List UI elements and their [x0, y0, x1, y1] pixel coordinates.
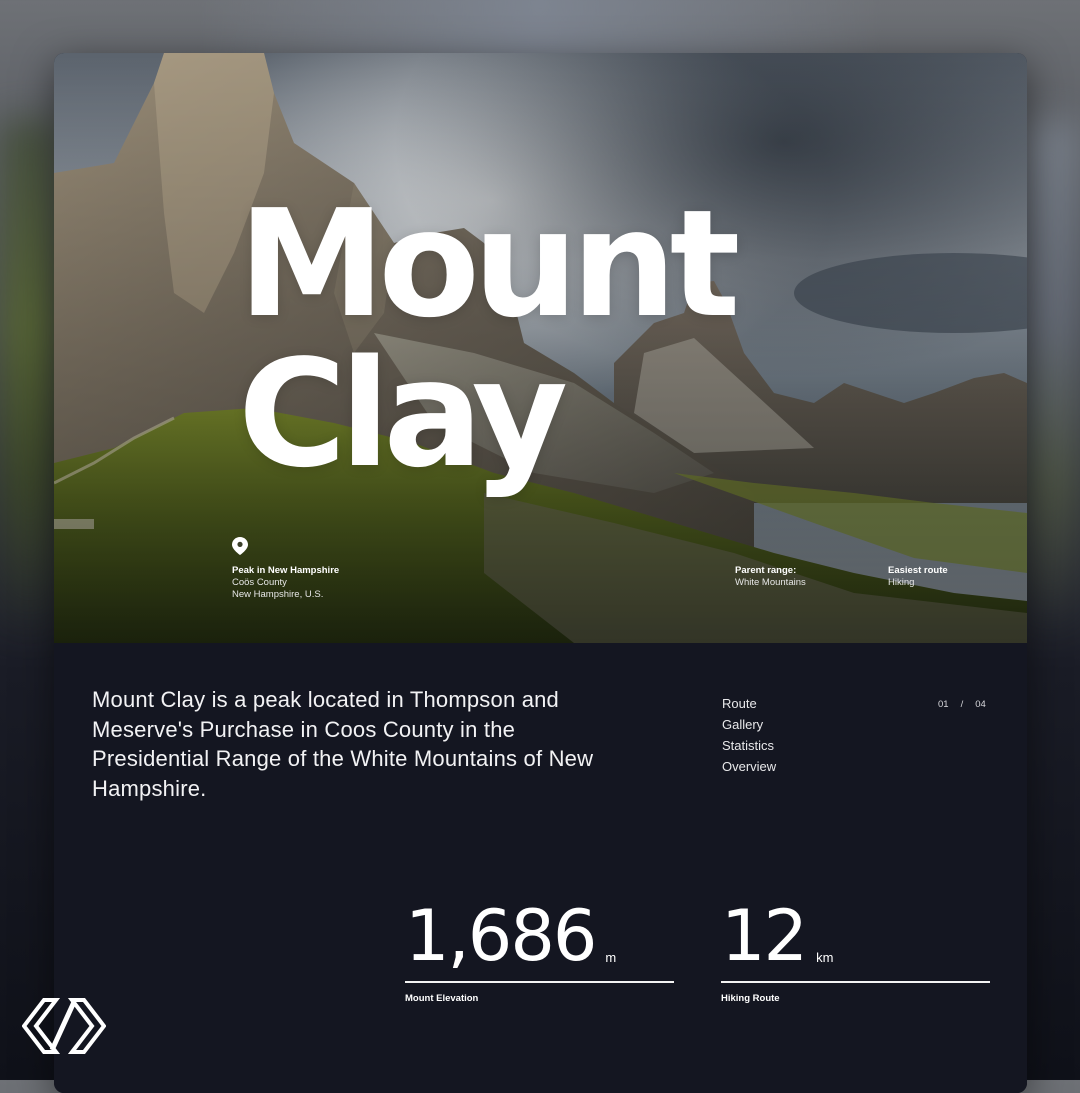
hero-title: Mount Clay — [238, 178, 740, 500]
hero-section: Mount Clay Peak in New Hampshire Coös Co… — [54, 53, 1027, 643]
pager-total: 04 — [975, 699, 986, 710]
nav-item-statistics[interactable]: Statistics — [722, 735, 776, 756]
stat-elevation: 1,686 m Mount Elevation — [405, 901, 674, 1004]
easiest-route-value: Hiking — [888, 577, 915, 588]
stat-route: 12 km Hiking Route — [721, 901, 990, 1004]
section-nav: Route Gallery Statistics Overview — [722, 693, 776, 777]
brand-logo-icon — [22, 998, 106, 1054]
stat-elevation-value: 1,686 — [405, 895, 597, 977]
location-block: Peak in New Hampshire Coös County New Ha… — [232, 565, 339, 601]
nav-item-gallery[interactable]: Gallery — [722, 714, 776, 735]
location-pin-icon — [232, 537, 248, 555]
nav-item-route[interactable]: Route — [722, 693, 776, 714]
location-state: New Hampshire, U.S. — [232, 589, 324, 600]
parent-range-value: White Mountains — [735, 577, 806, 588]
parent-range-block: Parent range: White Mountains — [735, 565, 806, 589]
stat-route-divider — [721, 981, 990, 983]
parent-range-label: Parent range: — [735, 565, 797, 576]
hero-title-line1: Mount — [238, 178, 740, 350]
stat-route-label: Hiking Route — [721, 993, 780, 1004]
nav-item-overview[interactable]: Overview — [722, 756, 776, 777]
hero-title-line2: Clay — [238, 328, 568, 500]
stat-route-unit: km — [816, 950, 834, 965]
easiest-route-block: Easiest route Hiking — [888, 565, 948, 589]
pager-current: 01 — [938, 699, 949, 710]
blurred-backdrop-right — [1020, 120, 1080, 640]
blurred-backdrop-left — [0, 120, 60, 640]
mountain-card: Mount Clay Peak in New Hampshire Coös Co… — [54, 53, 1027, 1093]
stat-elevation-label: Mount Elevation — [405, 993, 479, 1004]
info-section: Mount Clay is a peak located in Thompson… — [54, 643, 1027, 1093]
pager: 01 / 04 — [938, 699, 986, 710]
location-county: Coös County — [232, 577, 287, 588]
easiest-route-label: Easiest route — [888, 565, 948, 576]
stat-elevation-divider — [405, 981, 674, 983]
pager-separator: / — [960, 699, 964, 710]
description-text: Mount Clay is a peak located in Thompson… — [92, 687, 594, 801]
location-heading: Peak in New Hampshire — [232, 565, 340, 576]
stat-route-value: 12 — [721, 895, 808, 977]
stat-elevation-unit: m — [605, 950, 617, 965]
